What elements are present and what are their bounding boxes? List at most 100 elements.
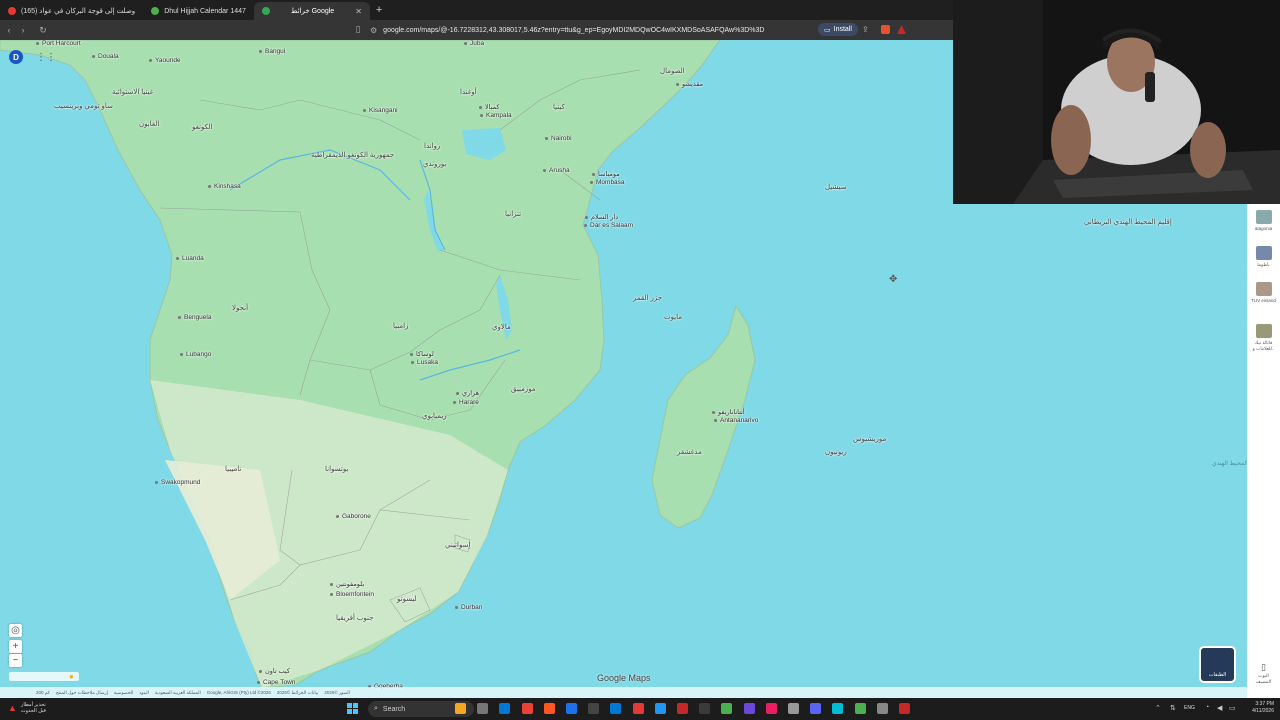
pegman-icon[interactable]: ●: [69, 672, 74, 681]
network-icon[interactable]: ⇅: [1170, 704, 1176, 712]
store-icon[interactable]: [610, 703, 622, 714]
tray-chevron-icon[interactable]: ⌃: [1155, 704, 1161, 712]
side-item-bottom[interactable]: ▯ اليوت المضيف: [1251, 662, 1276, 685]
map-label-country[interactable]: ناميبيا: [225, 465, 241, 473]
map-label-country[interactable]: زامبيا: [393, 322, 408, 330]
battery-icon[interactable]: ▭: [1229, 704, 1236, 712]
zoom-in-button[interactable]: +: [9, 640, 22, 653]
share-icon[interactable]: ⇪: [862, 25, 869, 34]
map-label-city[interactable]: Bloemfontein: [330, 591, 374, 598]
map-label-city[interactable]: Nairobi: [545, 135, 572, 142]
map-label-city[interactable]: Mombasa: [590, 179, 625, 186]
map-label-country[interactable]: أوغندا: [460, 88, 477, 96]
map-label-city[interactable]: هراري: [456, 389, 479, 397]
map-label-city[interactable]: مومباسا: [592, 170, 620, 178]
map-label-country[interactable]: ريونيون: [825, 448, 847, 456]
back-icon[interactable]: ‹: [2, 25, 16, 35]
site-settings-icon[interactable]: ⚙: [370, 26, 377, 35]
tab-youtube[interactable]: (165) وصلت إلى قوجة البركان في عواد: [0, 2, 143, 20]
map-label-country[interactable]: سيشيل: [825, 183, 847, 191]
map-label-city[interactable]: Bangui: [259, 48, 285, 55]
map-label-country[interactable]: مدغشقر: [677, 448, 702, 456]
tab-google-maps[interactable]: خرائط Google ✕: [253, 2, 370, 20]
antivirus-icon[interactable]: [899, 703, 910, 714]
tool-icon[interactable]: [876, 703, 888, 714]
map-label-city[interactable]: Kisangani: [363, 107, 398, 114]
volume-icon[interactable]: ◀: [1217, 704, 1222, 712]
my-location-icon[interactable]: ◎: [9, 624, 22, 637]
weather-widget[interactable]: ▲ تحذير أمطار قبل الحدوث: [8, 702, 46, 714]
feedback-link[interactable]: إرسال ملاحظات حول المنتج: [56, 690, 108, 696]
map-label-city[interactable]: لوساكا: [410, 350, 434, 358]
file-explorer-icon[interactable]: [477, 703, 489, 714]
tab-calendar[interactable]: Dhul Hijjah Calendar 1447: [143, 2, 254, 20]
reload-icon[interactable]: ↻: [36, 25, 50, 36]
green-app-icon[interactable]: [854, 703, 866, 714]
map-label-city[interactable]: كيب تاون: [259, 667, 290, 675]
map-label-city[interactable]: Luanda: [176, 255, 204, 262]
map-label-country[interactable]: رواندا: [424, 142, 440, 150]
map-label-country[interactable]: زيمبابوي: [422, 412, 447, 420]
privacy-link[interactable]: الخصوصية: [114, 690, 133, 696]
map-label-country[interactable]: مالاوي: [492, 323, 511, 331]
map-label-country[interactable]: جزر القمر: [633, 294, 662, 302]
teams-icon[interactable]: [765, 703, 777, 714]
map-label-country[interactable]: الصومال: [660, 67, 685, 75]
network-tool-icon[interactable]: [832, 703, 844, 714]
map-label-country[interactable]: الغابون: [139, 120, 159, 128]
clock[interactable]: 3:37 PM 4/11/2026: [1252, 701, 1274, 715]
side-item-3[interactable]: TUV einland: [1251, 282, 1276, 303]
map-label-city[interactable]: Port Harcourt: [36, 40, 81, 47]
language-indicator[interactable]: ENG: [1184, 705, 1195, 711]
map-label-country[interactable]: موريشيوس: [853, 435, 886, 443]
map-label-country[interactable]: جمهورية الكونغو الديمقراطية: [311, 151, 394, 159]
settings-icon[interactable]: [788, 703, 799, 714]
terms-link[interactable]: البنود: [139, 690, 149, 696]
url-field[interactable]: ⚙ google.com/maps/@-16.7228312,43.308017…: [370, 23, 810, 37]
map-label-country[interactable]: مايوت: [664, 313, 682, 321]
steam-icon[interactable]: [566, 703, 577, 714]
map-label-city[interactable]: Cape Town: [257, 679, 295, 686]
map-label-country[interactable]: بوروندي: [423, 160, 446, 168]
map-label-city[interactable]: Lusaka: [411, 359, 438, 366]
map-label-city[interactable]: Juba: [464, 40, 484, 47]
map-label-country[interactable]: بوتسوانا: [325, 465, 348, 473]
map-label-country[interactable]: الكونغو: [192, 123, 213, 131]
map-label-city[interactable]: مقديشو: [676, 80, 703, 88]
discord-icon[interactable]: [810, 703, 822, 714]
forward-icon[interactable]: ›: [16, 25, 30, 35]
map-label-city[interactable]: Kampala: [480, 112, 512, 119]
map-label-city[interactable]: Kinshasa: [208, 183, 241, 190]
map-label-city[interactable]: أنتاناناريفو: [712, 408, 745, 416]
excel-icon[interactable]: [743, 703, 755, 714]
wifi-icon[interactable]: ◔: [1205, 704, 1209, 711]
map-label-city[interactable]: Douala: [92, 53, 119, 60]
map-label-city[interactable]: كمبالا: [479, 103, 500, 111]
map-label-city[interactable]: Durban: [455, 604, 482, 611]
map-label-country[interactable]: موزمبيق: [511, 385, 536, 393]
zoom-out-button[interactable]: −: [9, 654, 22, 667]
map-label-city[interactable]: Antananarivo: [714, 417, 758, 424]
map-label-country[interactable]: ساو تومي وبرينسيب: [54, 102, 113, 110]
bookmark-icon[interactable]: ▯: [351, 24, 365, 35]
map-label-city[interactable]: Dar es Salaam: [584, 222, 633, 229]
photoshop-icon[interactable]: [677, 703, 688, 714]
side-item-2[interactable]: باطوما: [1251, 246, 1276, 268]
vscode-icon[interactable]: [721, 703, 733, 714]
widgets-icon[interactable]: [455, 703, 466, 714]
brave-icon[interactable]: [654, 703, 666, 714]
map-label-country[interactable]: ليسوتو: [397, 595, 417, 603]
map-label-city[interactable]: Lubango: [180, 351, 211, 358]
account-avatar[interactable]: D: [9, 50, 23, 64]
tiktok-icon[interactable]: [588, 703, 600, 714]
map-label-city[interactable]: بلومفونتين: [330, 580, 364, 588]
map-label-country[interactable]: إقليم المحيط الهندي البريطاني: [1084, 218, 1172, 226]
map-label-city[interactable]: Yaounde: [149, 57, 181, 64]
map-label-country[interactable]: تنزانيا: [505, 210, 521, 218]
map-label-country[interactable]: جنوب أفريقيا: [336, 614, 373, 622]
map-label-city[interactable]: دار السلام: [585, 213, 618, 221]
map-label-country[interactable]: إسواتيني: [445, 541, 470, 549]
map-label-city[interactable]: Benguela: [178, 314, 211, 321]
new-tab-button[interactable]: +: [370, 4, 388, 16]
terminal-icon[interactable]: [699, 703, 711, 714]
